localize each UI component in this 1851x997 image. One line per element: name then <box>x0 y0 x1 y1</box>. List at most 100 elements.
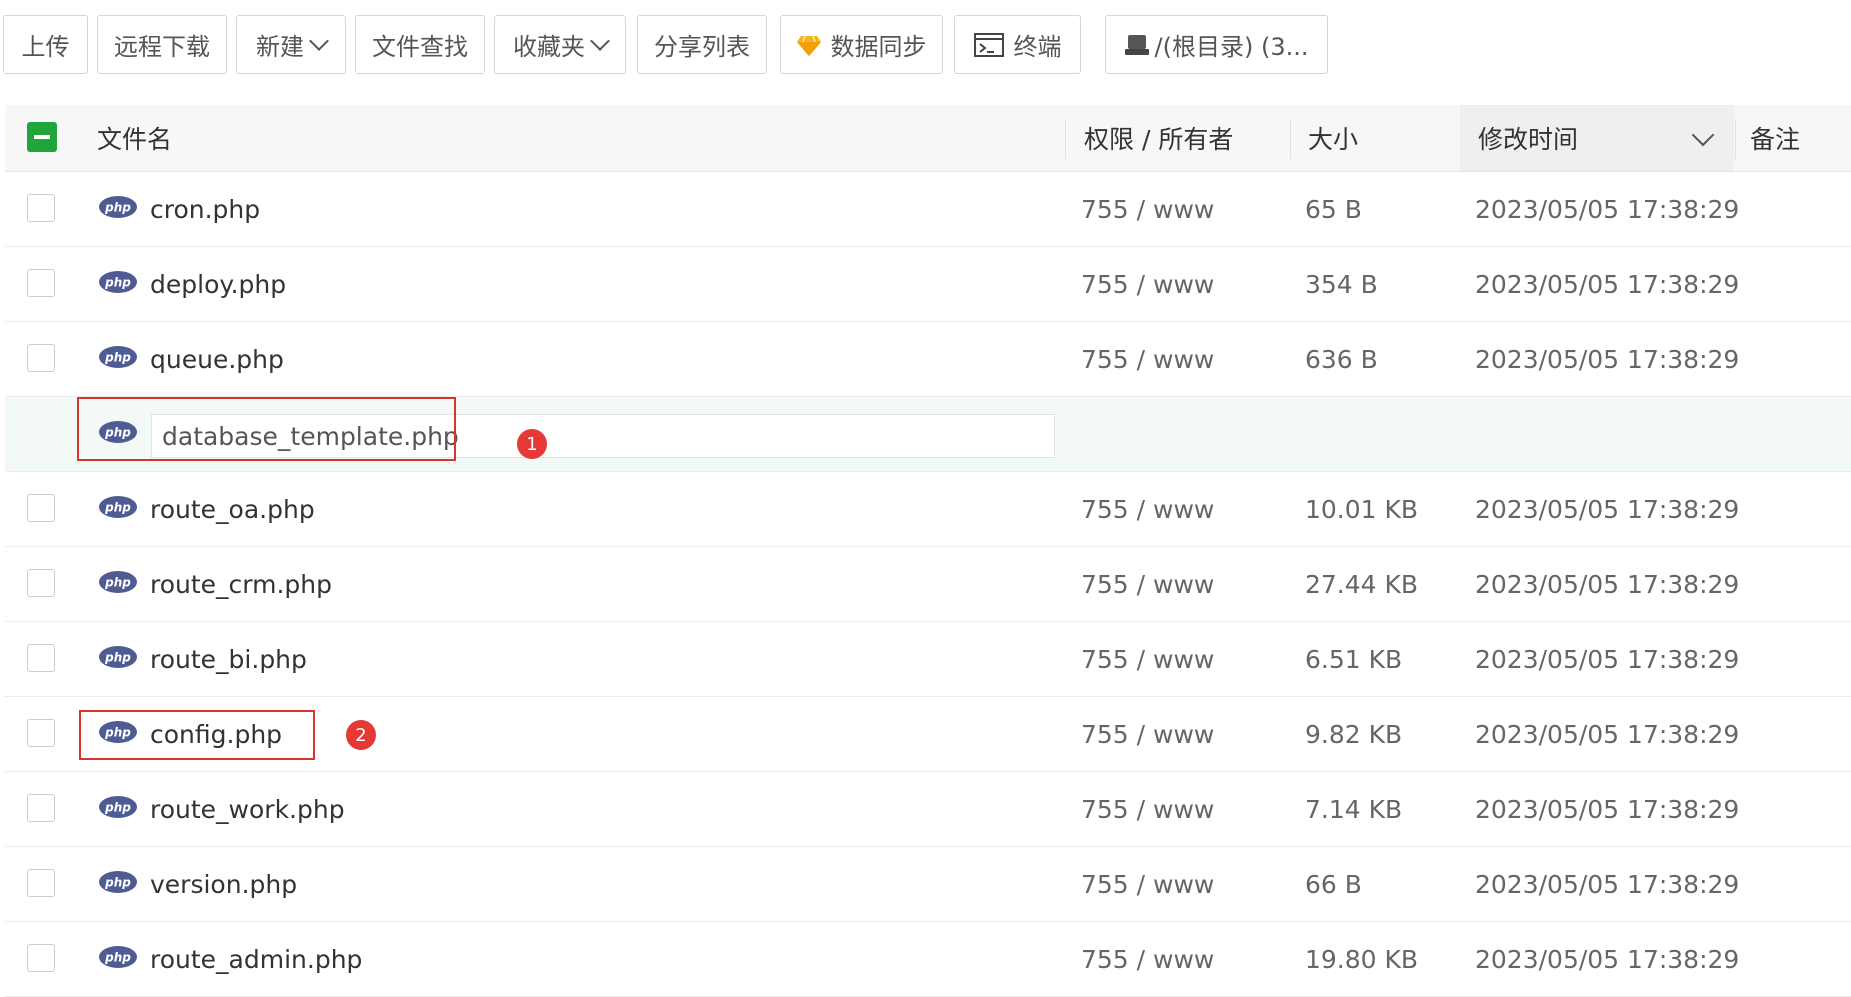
chevron-down-icon <box>309 30 329 51</box>
file-permission[interactable]: 755 / www <box>1081 847 1214 921</box>
table-row[interactable]: php version.php 755 / www 66 B 2023/05/05 1… <box>5 847 1851 922</box>
file-mtime: 2023/05/05 17:38:29 <box>1475 494 1740 524</box>
header-filename[interactable]: 文件名 <box>97 105 172 171</box>
favorites-dropdown-button[interactable]: 收藏夹 <box>494 15 626 74</box>
file-size: 65 B <box>1305 194 1362 224</box>
header-size[interactable]: 大小 <box>1308 105 1358 171</box>
chevron-down-icon <box>590 30 610 51</box>
annotation-badge-2: 2 <box>346 720 376 750</box>
select-all-checkbox[interactable] <box>27 122 57 152</box>
row-checkbox[interactable] <box>27 794 55 822</box>
php-file-icon: php <box>98 795 138 825</box>
share-list-button[interactable]: 分享列表 <box>637 15 767 74</box>
table-header: 文件名 权限 / 所有者 大小 修改时间 备注 <box>5 105 1851 172</box>
new-dropdown-button[interactable]: 新建 <box>236 15 346 74</box>
file-mtime: 2023/05/05 17:38:29 <box>1475 869 1740 899</box>
file-size: 7.14 KB <box>1305 794 1403 824</box>
row-checkbox[interactable] <box>27 194 55 222</box>
svg-text:php: php <box>104 276 131 290</box>
file-size: 636 B <box>1305 344 1378 374</box>
annotation-badge-1: 1 <box>517 429 547 459</box>
php-file-icon: php <box>98 420 138 450</box>
file-name[interactable]: route_oa.php <box>150 472 315 546</box>
file-permission[interactable]: 755 / www <box>1081 247 1214 321</box>
row-checkbox[interactable] <box>27 719 55 747</box>
file-search-button[interactable]: 文件查找 <box>355 15 485 74</box>
file-permission[interactable]: 755 / www <box>1081 922 1214 996</box>
file-permission[interactable]: 755 / www <box>1081 472 1214 546</box>
php-file-icon: php <box>98 495 138 525</box>
svg-text:php: php <box>104 351 131 365</box>
file-name[interactable]: version.php <box>150 847 297 921</box>
table-row[interactable]: php config.php 755 / www 9.82 KB 2023/05/05… <box>5 697 1851 772</box>
terminal-icon <box>973 32 1004 57</box>
table-row[interactable]: php deploy.php 755 / www 354 B 2023/05/05 1… <box>5 247 1851 322</box>
file-name[interactable]: queue.php <box>150 322 284 396</box>
file-name[interactable]: route_admin.php <box>150 922 362 996</box>
table-row[interactable]: php route_crm.php 755 / www 27.44 KB 2023/0… <box>5 547 1851 622</box>
data-sync-button[interactable]: 数据同步 <box>780 15 943 74</box>
file-mtime: 2023/05/05 17:38:29 <box>1475 344 1740 374</box>
root-path-button[interactable]: /(根目录) (3... <box>1105 15 1328 74</box>
hard-drive-icon <box>1124 34 1149 56</box>
file-name[interactable]: deploy.php <box>150 247 286 321</box>
php-file-icon: php <box>98 645 138 675</box>
file-size: 66 B <box>1305 869 1362 899</box>
file-mtime: 2023/05/05 17:38:29 <box>1475 569 1740 599</box>
file-permission[interactable]: 755 / www <box>1081 547 1214 621</box>
file-table: 文件名 权限 / 所有者 大小 修改时间 备注 php cron.php 755 … <box>5 105 1851 997</box>
header-note[interactable]: 备注 <box>1750 105 1800 171</box>
file-name[interactable]: route_crm.php <box>150 547 332 621</box>
row-checkbox[interactable] <box>27 569 55 597</box>
file-mtime: 2023/05/05 17:38:29 <box>1475 719 1740 749</box>
file-mtime: 2023/05/05 17:38:29 <box>1475 194 1740 224</box>
file-size: 19.80 KB <box>1305 944 1419 974</box>
file-mtime: 2023/05/05 17:38:29 <box>1475 794 1740 824</box>
table-row[interactable]: php route_work.php 755 / www 7.14 KB 2023/0… <box>5 772 1851 847</box>
table-row[interactable]: php route_oa.php 755 / www 10.01 KB 2023/05… <box>5 472 1851 547</box>
file-name[interactable]: route_bi.php <box>150 622 307 696</box>
table-row[interactable]: php route_bi.php 755 / www 6.51 KB 2023/05/… <box>5 622 1851 697</box>
row-checkbox[interactable] <box>27 344 55 372</box>
php-file-icon: php <box>98 195 138 225</box>
table-row[interactable]: php queue.php 755 / www 636 B 2023/05/05 17… <box>5 322 1851 397</box>
php-file-icon: php <box>98 870 138 900</box>
file-permission[interactable]: 755 / www <box>1081 172 1214 246</box>
row-checkbox[interactable] <box>27 494 55 522</box>
svg-text:php: php <box>104 726 131 740</box>
file-name[interactable]: route_work.php <box>150 772 345 846</box>
php-file-icon: php <box>98 945 138 975</box>
file-permission[interactable]: 755 / www <box>1081 697 1214 771</box>
php-file-icon: php <box>98 720 138 750</box>
file-size: 354 B <box>1305 269 1378 299</box>
row-checkbox[interactable] <box>27 869 55 897</box>
rename-input[interactable] <box>151 414 1055 458</box>
terminal-button[interactable]: 终端 <box>954 15 1081 74</box>
remote-download-button[interactable]: 远程下载 <box>97 15 227 74</box>
file-mtime: 2023/05/05 17:38:29 <box>1475 944 1740 974</box>
row-checkbox[interactable] <box>27 644 55 672</box>
toolbar: 上传 远程下载 新建 文件查找 收藏夹 分享列表 数据同步 终端 /(根目录) … <box>3 15 1843 76</box>
table-row[interactable]: php cron.php 755 / www 65 B 2023/05/05 17:3… <box>5 172 1851 247</box>
file-size: 27.44 KB <box>1305 569 1419 599</box>
row-checkbox[interactable] <box>27 269 55 297</box>
file-size: 6.51 KB <box>1305 644 1403 674</box>
svg-text:php: php <box>104 501 131 515</box>
file-mtime: 2023/05/05 17:38:29 <box>1475 644 1740 674</box>
upload-button[interactable]: 上传 <box>3 15 88 74</box>
file-permission[interactable]: 755 / www <box>1081 772 1214 846</box>
header-perm-owner[interactable]: 权限 / 所有者 <box>1084 105 1233 171</box>
svg-text:php: php <box>104 801 131 815</box>
row-checkbox[interactable] <box>27 944 55 972</box>
svg-text:php: php <box>104 576 131 590</box>
file-name[interactable]: config.php <box>150 697 282 771</box>
file-mtime: 2023/05/05 17:38:29 <box>1475 269 1740 299</box>
header-modified[interactable]: 修改时间 <box>1478 105 1578 171</box>
svg-text:php: php <box>104 426 131 440</box>
file-size: 9.82 KB <box>1305 719 1403 749</box>
file-permission[interactable]: 755 / www <box>1081 622 1214 696</box>
file-permission[interactable]: 755 / www <box>1081 322 1214 396</box>
file-name[interactable]: cron.php <box>150 172 260 246</box>
table-row-editing[interactable]: php <box>5 397 1851 472</box>
php-file-icon: php <box>98 570 138 600</box>
